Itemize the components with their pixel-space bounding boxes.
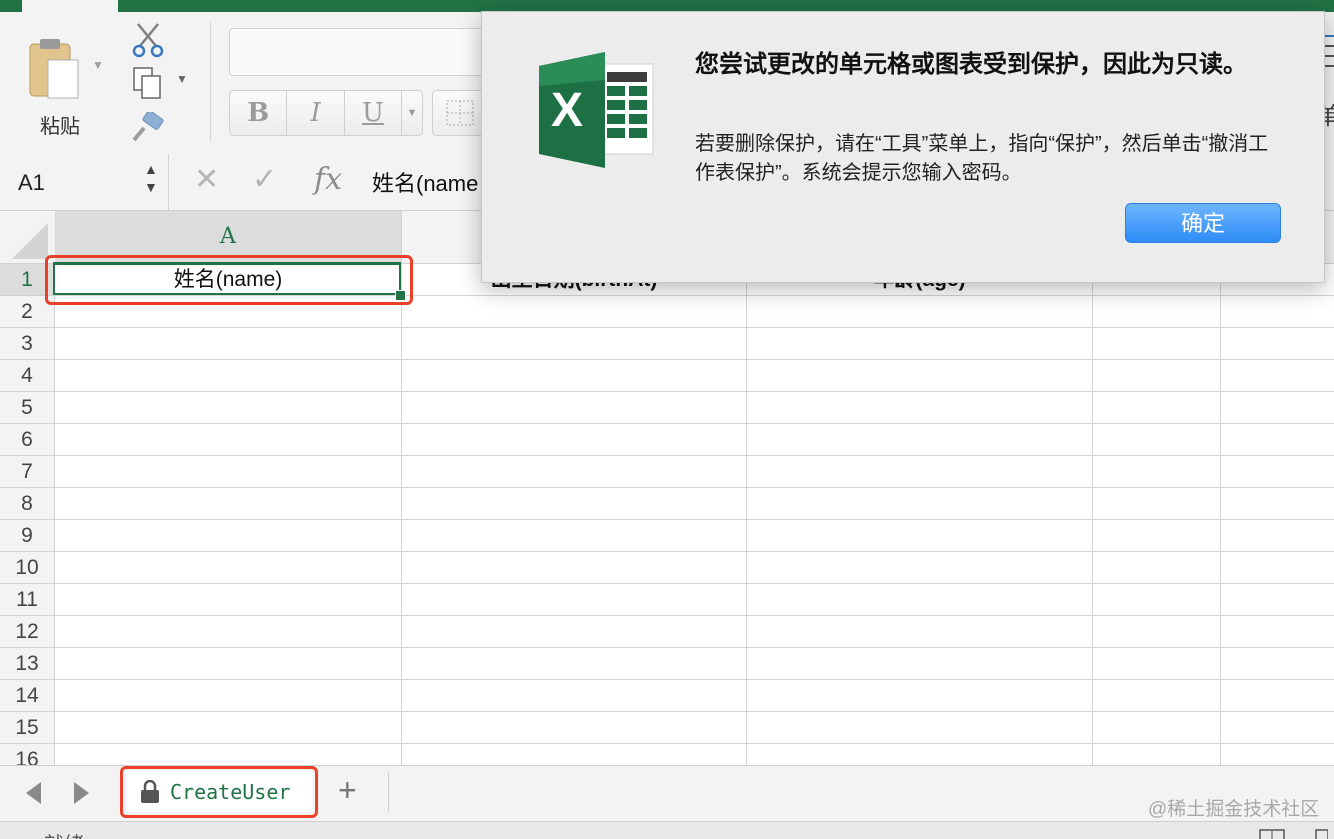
paste-icon	[28, 38, 84, 107]
dialog-message: 若要删除保护，请在“工具”菜单上，指向“保护”，然后单击“撤消工作表保护”。系统…	[695, 133, 1269, 184]
status-bar: 就绪	[0, 821, 1334, 839]
watermark: @稀土掘金技术社区	[1148, 799, 1320, 820]
sheet-tab-bar: CreateUser + @稀土掘金技术社区	[0, 765, 1334, 822]
formula-input[interactable]: 姓名(name	[372, 166, 478, 198]
previous-sheet-icon[interactable]	[26, 782, 41, 804]
row-header-7[interactable]: 7	[0, 456, 55, 488]
row-gridline	[55, 551, 1334, 552]
status-text: 就绪	[44, 828, 84, 839]
worksheet-grid[interactable]: A 12345678910111213141516 姓名(name) 出生日期(…	[0, 211, 1334, 765]
row-header-13[interactable]: 13	[0, 648, 55, 680]
format-button-group: B I U ▼	[229, 90, 423, 136]
dialog-title: 您尝试更改的单元格或图表受到保护，因此为只读。	[695, 51, 1247, 78]
protection-alert-dialog: X 您尝试更改的单元格或图表受到保护，因此为只读。 若要删除保护，请在“工具”菜…	[481, 11, 1325, 283]
row-header-5[interactable]: 5	[0, 392, 55, 424]
row-header-15[interactable]: 15	[0, 712, 55, 744]
paste-dropdown-icon[interactable]: ▼	[92, 58, 104, 72]
row-gridline	[55, 487, 1334, 488]
row-header-9[interactable]: 9	[0, 520, 55, 552]
ribbon-tab-home[interactable]	[22, 0, 118, 12]
row-header-8[interactable]: 8	[0, 488, 55, 520]
copy-dropdown-icon[interactable]: ▼	[176, 72, 188, 86]
font-name-box[interactable]	[229, 28, 511, 76]
row-header-6[interactable]: 6	[0, 424, 55, 456]
ok-button[interactable]: 确定	[1125, 203, 1281, 243]
row-header-10[interactable]: 10	[0, 552, 55, 584]
copy-icon[interactable]	[132, 66, 164, 105]
cut-icon[interactable]	[132, 22, 164, 63]
underline-button[interactable]: U	[345, 91, 403, 135]
svg-text:X: X	[551, 84, 583, 137]
name-box-value: A1	[18, 170, 45, 195]
next-sheet-icon[interactable]	[74, 782, 89, 804]
row-header-14[interactable]: 14	[0, 680, 55, 712]
row-header-11[interactable]: 11	[0, 584, 55, 616]
name-box[interactable]: A1 ▲ ▼	[0, 154, 169, 210]
ribbon-separator	[210, 22, 211, 142]
cancel-icon[interactable]: ✕	[194, 162, 219, 197]
paste-button[interactable]: ▼ 粘贴	[20, 24, 110, 144]
sheet-separator	[388, 772, 389, 812]
row-gridline	[55, 327, 1334, 328]
row-header-16[interactable]: 16	[0, 744, 55, 765]
row-header-4[interactable]: 4	[0, 360, 55, 392]
row-gridline	[55, 615, 1334, 616]
row-gridline	[55, 647, 1334, 648]
row-gridline	[55, 743, 1334, 744]
row-header-3[interactable]: 3	[0, 328, 55, 360]
normal-view-icon[interactable]	[1258, 828, 1329, 839]
add-sheet-button[interactable]: +	[338, 772, 357, 809]
row-gridline	[55, 679, 1334, 680]
bold-button[interactable]: B	[230, 91, 288, 135]
row-gridline	[55, 583, 1334, 584]
row-gridline	[55, 423, 1334, 424]
underline-dropdown-icon[interactable]: ▼	[402, 91, 422, 135]
annotation-highlight-tab	[120, 766, 318, 818]
italic-button[interactable]: I	[287, 91, 345, 135]
row-gridline	[55, 711, 1334, 712]
paste-label: 粘贴	[40, 116, 80, 138]
excel-app-icon: X	[537, 50, 657, 175]
annotation-highlight-a1	[45, 255, 413, 305]
row-header-12[interactable]: 12	[0, 616, 55, 648]
row-gridline	[55, 359, 1334, 360]
enter-icon[interactable]: ✓	[252, 162, 277, 197]
row-gridline	[55, 519, 1334, 520]
row-gridline	[55, 455, 1334, 456]
insert-function-icon[interactable]: fx	[314, 162, 342, 197]
format-painter-icon[interactable]	[130, 110, 166, 149]
row-gridline	[55, 391, 1334, 392]
name-box-stepper-icon[interactable]: ▲ ▼	[144, 160, 158, 196]
